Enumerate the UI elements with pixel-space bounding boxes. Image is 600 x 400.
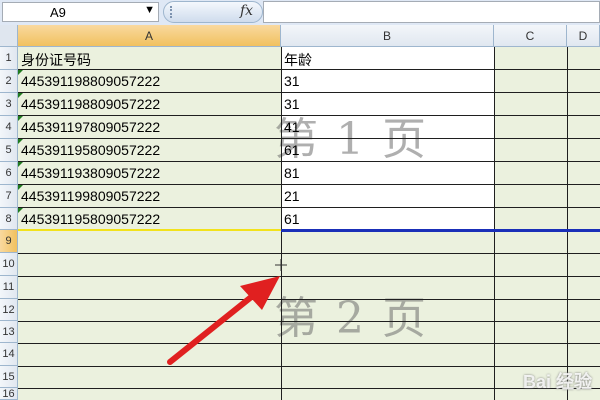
row-header-14[interactable]: 14 (0, 343, 18, 366)
row-divider (18, 161, 600, 162)
row-header-12[interactable]: 12 (0, 299, 18, 321)
cell-b1[interactable]: 年龄 (284, 50, 312, 70)
row-divider (18, 184, 600, 185)
row-divider (18, 388, 600, 389)
row-header-8[interactable]: 8 (0, 208, 18, 230)
row-header-3[interactable]: 3 (0, 93, 18, 116)
cell-id[interactable]: 445391199809057222 (21, 188, 160, 204)
watermark-logo: Bai 经验 (522, 372, 592, 392)
row-header-6[interactable]: 6 (0, 162, 18, 185)
page-break-line (281, 229, 600, 232)
cell-age[interactable]: 81 (284, 165, 300, 181)
column-divider (494, 47, 495, 400)
select-all-corner[interactable] (0, 25, 18, 47)
cell-area[interactable]: 第 1 页 第 2 页 身份证号码 年龄 445391198809057222 … (18, 47, 600, 400)
annotation-arrow-icon (167, 276, 280, 365)
row-header-2[interactable]: 2 (0, 70, 18, 93)
cell-age[interactable]: 31 (284, 96, 300, 112)
grip-icon[interactable] (170, 6, 178, 18)
cell-id[interactable]: 445391197809057222 (21, 119, 160, 135)
cell-age[interactable]: 61 (284, 142, 300, 158)
row-header-1[interactable]: 1 (0, 47, 18, 70)
row-header-9[interactable]: 9 (0, 230, 18, 253)
function-area: fx (163, 1, 263, 23)
column-divider (567, 47, 568, 400)
cell-age[interactable]: 21 (284, 188, 300, 204)
cell-age[interactable]: 31 (284, 73, 300, 89)
row-header-15[interactable]: 15 (0, 366, 18, 388)
row-header-16[interactable]: 16 (0, 388, 18, 400)
cell-age[interactable]: 41 (284, 119, 300, 135)
column-header-a[interactable]: A (18, 25, 281, 47)
active-cell-border (18, 229, 281, 231)
row-header-7[interactable]: 7 (0, 185, 18, 208)
cell-id[interactable]: 445391198809057222 (21, 96, 160, 112)
spreadsheet-grid: A B C D 1 2 3 4 5 6 7 8 9 10 11 12 13 14… (0, 25, 600, 400)
column-header-row: A B C D (0, 25, 600, 47)
formula-input[interactable] (263, 1, 600, 23)
cell-a1[interactable]: 身份证号码 (21, 50, 91, 70)
cell-age[interactable]: 61 (284, 211, 300, 227)
row-header-11[interactable]: 11 (0, 276, 18, 299)
row-divider (18, 115, 600, 116)
insert-function-icon[interactable]: fx (240, 3, 253, 19)
cell-id[interactable]: 445391193809057222 (21, 165, 160, 181)
cell-id[interactable]: 445391198809057222 (21, 73, 160, 89)
row-header-13[interactable]: 13 (0, 321, 18, 343)
name-box-value: A9 (50, 5, 66, 20)
chevron-down-icon[interactable]: ▼ (144, 4, 155, 16)
crosshair-cursor-icon (275, 259, 287, 271)
row-divider (18, 92, 600, 93)
column-header-d[interactable]: D (567, 25, 600, 47)
name-box[interactable]: A9 ▼ (2, 2, 159, 22)
column-header-b[interactable]: B (281, 25, 494, 47)
row-header-4[interactable]: 4 (0, 116, 18, 139)
column-header-c[interactable]: C (494, 25, 567, 47)
formula-bar: A9 ▼ fx (0, 0, 600, 26)
row-divider (18, 207, 600, 208)
cell-id[interactable]: 445391195809057222 (21, 211, 160, 227)
row-header-10[interactable]: 10 (0, 253, 18, 276)
row-header-5[interactable]: 5 (0, 139, 18, 162)
row-divider (18, 138, 600, 139)
cell-id[interactable]: 445391195809057222 (21, 142, 160, 158)
